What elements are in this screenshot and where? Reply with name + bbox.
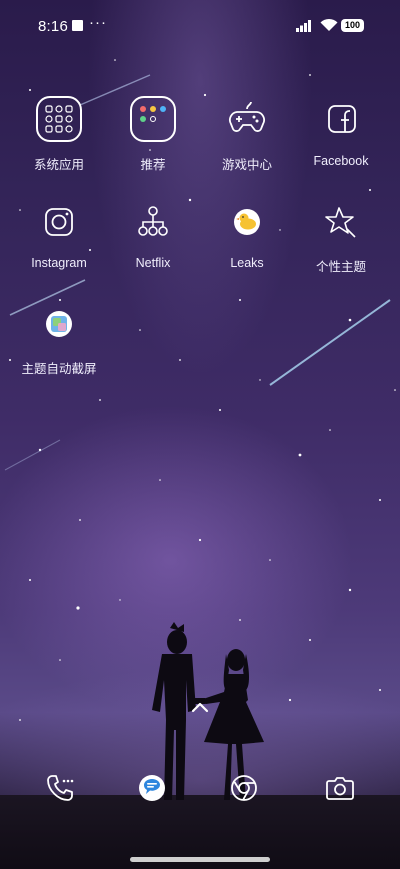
app-label: 系统应用 xyxy=(33,158,84,172)
cellular-signal-icon xyxy=(296,20,311,32)
app-netflix[interactable]: Netflix xyxy=(107,198,199,270)
app-label: 游戏中心 xyxy=(221,158,272,172)
screenshot-icon xyxy=(35,300,83,348)
app-label: Instagram xyxy=(31,256,87,270)
dock-camera[interactable] xyxy=(322,770,358,806)
app-system-apps[interactable]: 系统应用 xyxy=(13,96,105,173)
messages-icon xyxy=(139,775,165,801)
status-bar: 8:16 ··· 100 xyxy=(0,0,400,56)
battery-indicator: 100 xyxy=(341,19,364,32)
app-themes[interactable]: 个性主题 xyxy=(295,198,387,275)
app-leaks[interactable]: Leaks xyxy=(201,198,293,270)
camera-icon xyxy=(326,777,354,800)
app-label: Leaks xyxy=(230,256,264,270)
gamepad-icon xyxy=(223,96,271,144)
app-game-center[interactable]: 游戏中心 xyxy=(201,96,293,173)
app-theme-screenshot[interactable]: 主题自动截屏 xyxy=(13,300,105,377)
wifi-icon xyxy=(320,18,338,31)
notification-square-icon xyxy=(72,20,83,31)
more-notifications-icon: ··· xyxy=(89,14,107,31)
home-indicator-bar[interactable] xyxy=(130,857,270,862)
network-nodes-icon xyxy=(129,198,177,246)
dock-phone[interactable] xyxy=(42,770,78,806)
phone-icon xyxy=(47,775,74,801)
app-label: 主题自动截屏 xyxy=(21,362,97,376)
instagram-icon xyxy=(35,198,83,246)
dock-chrome[interactable] xyxy=(226,770,262,806)
app-folder-icon xyxy=(35,96,83,144)
chevron-up-icon[interactable] xyxy=(190,700,210,714)
app-label: 个性主题 xyxy=(315,260,366,274)
status-time: 8:16 xyxy=(38,18,68,35)
dock-messages[interactable] xyxy=(134,770,170,806)
app-label: Netflix xyxy=(135,256,171,270)
app-facebook[interactable]: Facebook xyxy=(295,96,387,168)
duck-icon xyxy=(223,198,271,246)
facebook-icon xyxy=(317,96,365,144)
theme-star-icon xyxy=(317,198,365,246)
chrome-icon xyxy=(231,775,257,801)
app-instagram[interactable]: Instagram xyxy=(13,198,105,270)
app-recommend[interactable]: 推荐 xyxy=(107,96,199,173)
app-label: 推荐 xyxy=(140,158,166,172)
app-label: Facebook xyxy=(313,154,369,168)
recommend-folder-icon xyxy=(129,96,177,144)
